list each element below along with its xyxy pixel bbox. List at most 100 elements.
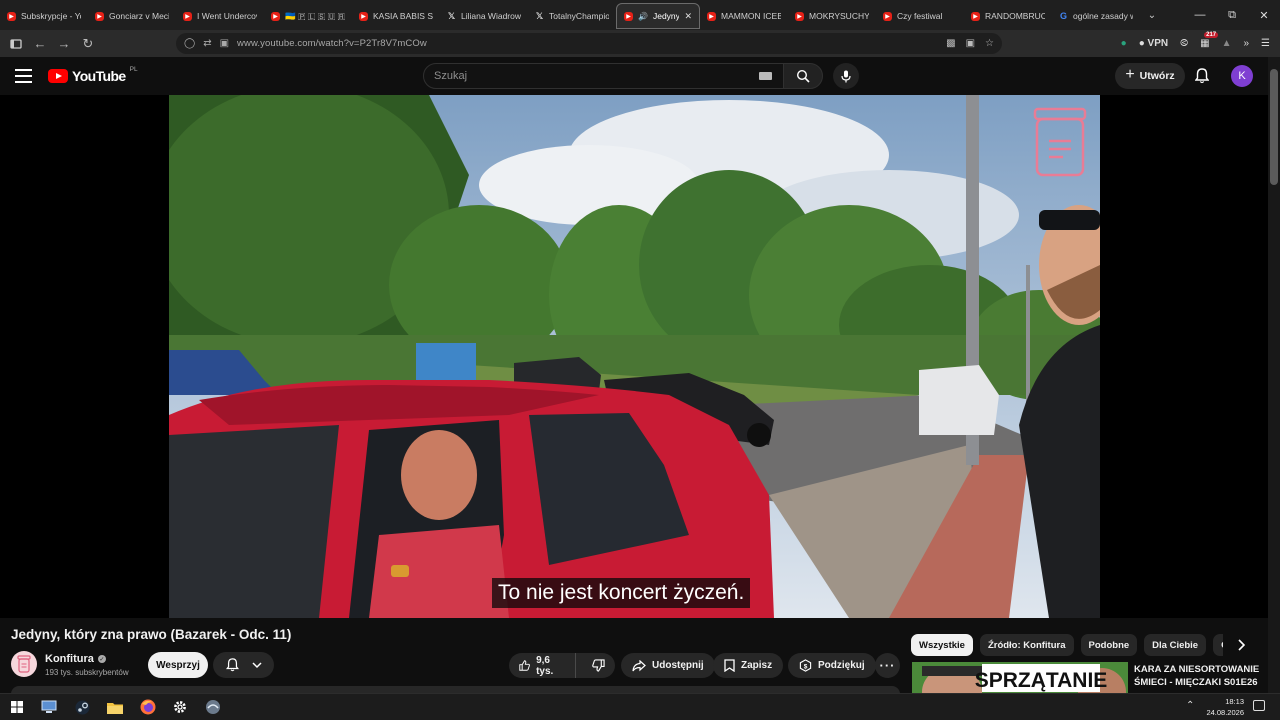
video-title: Jedyny, który zna prawo (Bazarek - Odc. … — [11, 627, 292, 642]
search-input[interactable] — [434, 70, 744, 82]
close-tab-icon[interactable]: ✕ — [684, 11, 692, 22]
notifications-icon[interactable] — [1194, 68, 1210, 89]
keyboard-icon[interactable] — [759, 72, 772, 80]
shield-icon: ◯ — [184, 38, 196, 49]
browser-tab[interactable]: ▶ I Went Undercov — [176, 3, 264, 29]
speaker-icon[interactable]: 🔊 — [638, 12, 648, 21]
recommendation-chips: Wszystkie Źródło: Konfitura Podobne Dla Cie… — [911, 634, 1223, 656]
browser-tab[interactable]: 𝕏 Liliana Wiadrowa — [440, 3, 528, 29]
more-actions-button[interactable]: ··· — [875, 653, 900, 678]
subscription-notifications-button[interactable] — [213, 652, 274, 678]
url-text[interactable]: www.youtube.com/watch?v=P2Tr8V7mCOw — [237, 38, 427, 49]
chip-0[interactable]: Wszystkie — [911, 634, 973, 656]
channel-name-text: Konfitura — [45, 653, 94, 665]
browser-tab[interactable]: ▶ MOKRYSUCHY — [788, 3, 876, 29]
tab-list-dropdown-icon[interactable]: ⌄ — [1140, 10, 1164, 21]
youtube-favicon-icon: ▶ — [7, 11, 16, 21]
clock-date: 24.08.2026 — [1206, 708, 1244, 717]
menu-icon[interactable]: ☰ — [1261, 38, 1270, 49]
more-tools-icon[interactable]: » — [1243, 38, 1249, 49]
extension-puzzle-icon[interactable]: ⧀ — [1180, 38, 1188, 49]
picture-in-picture-icon[interactable]: ▩ — [946, 38, 955, 49]
ublock-icon[interactable]: ▲ — [1222, 38, 1232, 49]
channel-avatar[interactable] — [11, 651, 37, 677]
browser-tab[interactable]: ▶ 🇺🇦 🇵 🇱 🇸 🇺 🇷 — [264, 3, 352, 29]
steam-icon[interactable] — [74, 699, 90, 715]
recommendation-title[interactable]: KARA ZA NIESORTOWANIE ŚMIECI - MIĘCZAKI … — [1134, 663, 1262, 689]
reload-button[interactable]: ↻ — [76, 32, 100, 56]
app-pinned-icon[interactable] — [205, 699, 221, 715]
browser-tab[interactable]: ▶ Czy festiwal — [876, 3, 964, 29]
vpn-button[interactable]: ● VPN — [1139, 38, 1168, 49]
dislike-button[interactable] — [582, 659, 615, 672]
address-bar[interactable]: ◯ ⇄ ▣ www.youtube.com/watch?v=P2Tr8V7mCO… — [176, 33, 1002, 54]
settings-gear-icon[interactable] — [172, 699, 188, 715]
search-button[interactable] — [783, 63, 823, 89]
video-frame[interactable] — [169, 95, 1100, 618]
account-avatar[interactable]: K — [1231, 65, 1253, 87]
create-button[interactable]: + Utwórz — [1115, 63, 1185, 89]
youtube-favicon-icon: ▶ — [271, 11, 280, 21]
page-scrollbar[interactable] — [1268, 57, 1280, 693]
sidebar-toggle-icon[interactable] — [4, 32, 28, 56]
search-box[interactable] — [423, 63, 785, 89]
save-label: Zapisz — [741, 660, 773, 671]
chip-4[interactable]: Ostatnio — [1213, 634, 1223, 656]
channel-name[interactable]: Konfitura ✓ — [45, 653, 106, 665]
more-dots-icon: ··· — [879, 658, 896, 673]
window-controls: — ⧉ ✕ — [1184, 0, 1280, 30]
youtube-favicon-icon: ▶ — [707, 11, 716, 21]
clock[interactable]: 18:13 24.08.2026 — [1206, 696, 1244, 718]
browser-tab[interactable]: ▶ Gonciarz v Meci — [88, 3, 176, 29]
maximize-button[interactable]: ⧉ — [1216, 0, 1248, 30]
video-player[interactable] — [0, 95, 1268, 618]
forward-button[interactable]: → — [52, 32, 76, 56]
tracking-icon[interactable]: ⇄ — [203, 38, 211, 49]
scrollbar-thumb[interactable] — [1270, 69, 1278, 185]
browser-tab[interactable]: ▶ MAMMON ICEBE — [700, 3, 788, 29]
guide-menu-icon[interactable] — [15, 69, 32, 83]
share-button[interactable]: Udostępnij — [621, 653, 715, 678]
chips-next-button[interactable] — [1232, 636, 1250, 654]
svg-text:$: $ — [804, 663, 808, 670]
browser-tab[interactable]: ▶ 🔊 Jedyny, kt ✕ — [616, 3, 700, 29]
browser-tab[interactable]: ▶ KASIA BABIS SZC — [352, 3, 440, 29]
shield-extension-icon[interactable]: ● — [1121, 38, 1127, 49]
windows-start-icon[interactable] — [9, 699, 25, 715]
browser-tab[interactable]: Gogólne zasady w — [1052, 3, 1140, 29]
browser-tab[interactable]: ▶ Subskrypcje - Yo — [0, 3, 88, 29]
thanks-button[interactable]: $ Podziękuj — [788, 653, 876, 678]
pc-icon[interactable] — [41, 699, 57, 715]
like-button[interactable]: 9,6 tys. — [509, 653, 576, 678]
youtube-favicon-icon: ▶ — [183, 11, 192, 21]
camera-off-icon[interactable]: ▣ — [220, 38, 229, 49]
youtube-logo[interactable]: YouTube PL — [48, 66, 138, 84]
recommendation-thumbnail[interactable]: SPRZĄTANIE — [912, 662, 1128, 694]
save-button[interactable]: Zapisz — [713, 653, 784, 678]
chip-1[interactable]: Źródło: Konfitura — [979, 634, 1074, 656]
chip-2[interactable]: Podobne — [1080, 634, 1138, 656]
browser-tab-label: ogólne zasady w — [1073, 11, 1133, 21]
back-button[interactable]: ← — [28, 32, 52, 56]
browser-tab[interactable]: ▶ RANDOMBRUCE — [964, 3, 1052, 29]
support-button[interactable]: Wesprzyj — [148, 652, 208, 678]
tray-overflow-icon[interactable]: ⌃ — [1186, 700, 1194, 711]
minimize-button[interactable]: — — [1184, 0, 1216, 30]
x-favicon-icon: 𝕏 — [535, 10, 544, 21]
thanks-label: Podziękuj — [818, 660, 865, 671]
youtube-logo-text: YouTube — [72, 68, 126, 84]
extension-badge-icon[interactable]: ▦ 217 — [1200, 32, 1219, 49]
file-explorer-icon[interactable] — [107, 699, 123, 715]
browser-tab-label: Jedyny, kt — [652, 11, 680, 21]
chip-3[interactable]: Dla Ciebie — [1144, 634, 1207, 656]
bookmark-star-icon[interactable]: ☆ — [985, 38, 994, 49]
firefox-icon[interactable] — [140, 699, 156, 715]
close-window-button[interactable]: ✕ — [1248, 0, 1280, 30]
screenshot-icon[interactable]: ▣ — [966, 38, 975, 49]
verified-icon: ✓ — [97, 655, 106, 663]
notification-center-icon[interactable] — [1253, 700, 1265, 711]
browser-tab-label: 🇺🇦 🇵 🇱 🇸 🇺 🇷 — [285, 10, 345, 21]
voice-search-button[interactable] — [833, 63, 859, 89]
browser-tab-label: TotalnyChampio — [549, 11, 609, 21]
browser-tab[interactable]: 𝕏 TotalnyChampio — [528, 3, 616, 29]
